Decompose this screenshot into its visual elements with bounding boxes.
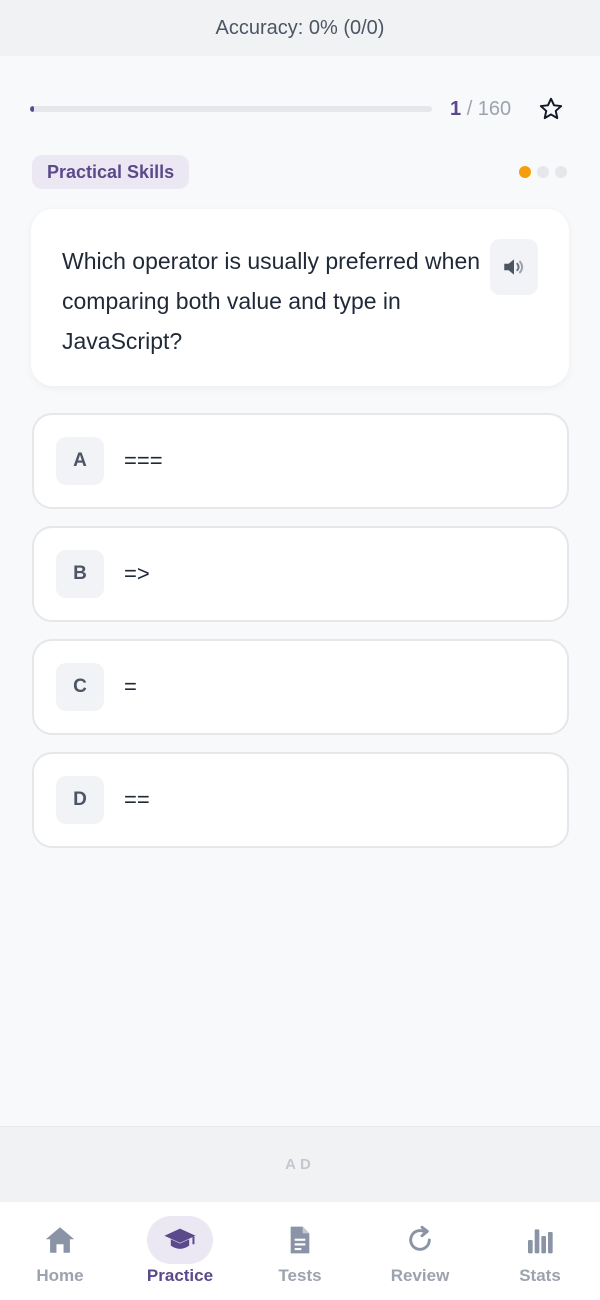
difficulty-dot <box>555 166 567 178</box>
option-letter: D <box>56 776 104 824</box>
option-letter: A <box>56 437 104 485</box>
difficulty-dot <box>519 166 531 178</box>
progress-fill <box>30 106 34 112</box>
document-icon <box>267 1216 333 1264</box>
total-questions: / 160 <box>466 97 512 120</box>
nav-label: Stats <box>519 1266 561 1285</box>
nav-stats[interactable]: Stats <box>480 1202 600 1300</box>
answer-option-c[interactable]: C = <box>32 639 569 735</box>
answer-option-d[interactable]: D == <box>32 752 569 848</box>
option-text: => <box>124 561 150 586</box>
answer-option-a[interactable]: A === <box>32 413 569 509</box>
answer-option-b[interactable]: B => <box>32 526 569 622</box>
nav-home[interactable]: Home <box>0 1202 120 1300</box>
accuracy-header: Accuracy: 0% (0/0) <box>0 0 600 56</box>
ad-label: AD <box>285 1156 315 1173</box>
refresh-icon <box>387 1216 453 1264</box>
difficulty-dot <box>537 166 549 178</box>
nav-label: Home <box>36 1266 84 1285</box>
progress-row: 1 / 160 <box>30 92 570 126</box>
bar-chart-icon <box>507 1216 573 1264</box>
ad-banner[interactable]: AD <box>0 1126 600 1202</box>
nav-practice[interactable]: Practice <box>120 1202 240 1300</box>
option-text: == <box>124 787 150 812</box>
category-badge: Practical Skills <box>32 155 190 189</box>
option-letter: B <box>56 550 104 598</box>
nav-review[interactable]: Review <box>360 1202 480 1300</box>
bookmark-button[interactable] <box>536 94 566 124</box>
bottom-navigation: Home Practice Tests Review Stats <box>0 1202 600 1300</box>
question-counter: 1 / 160 <box>450 98 512 121</box>
speaker-icon <box>504 259 524 275</box>
read-aloud-button[interactable] <box>490 239 538 295</box>
option-text: === <box>124 448 163 473</box>
star-outline-icon <box>539 97 563 120</box>
graduation-cap-icon <box>147 1216 213 1264</box>
nav-label: Tests <box>278 1266 322 1285</box>
home-icon <box>27 1216 93 1264</box>
accuracy-text: Accuracy: 0% (0/0) <box>215 16 385 39</box>
current-question-number: 1 <box>450 97 462 120</box>
option-text: = <box>124 674 137 699</box>
nav-tests[interactable]: Tests <box>240 1202 360 1300</box>
category-label: Practical Skills <box>47 161 175 182</box>
question-text: Which operator is usually preferred when… <box>62 248 481 354</box>
nav-label: Review <box>390 1266 450 1285</box>
option-letter: C <box>56 663 104 711</box>
progress-bar <box>30 106 432 112</box>
nav-label: Practice <box>146 1266 214 1285</box>
question-card: Which operator is usually preferred when… <box>31 209 569 386</box>
difficulty-indicator <box>519 166 567 178</box>
